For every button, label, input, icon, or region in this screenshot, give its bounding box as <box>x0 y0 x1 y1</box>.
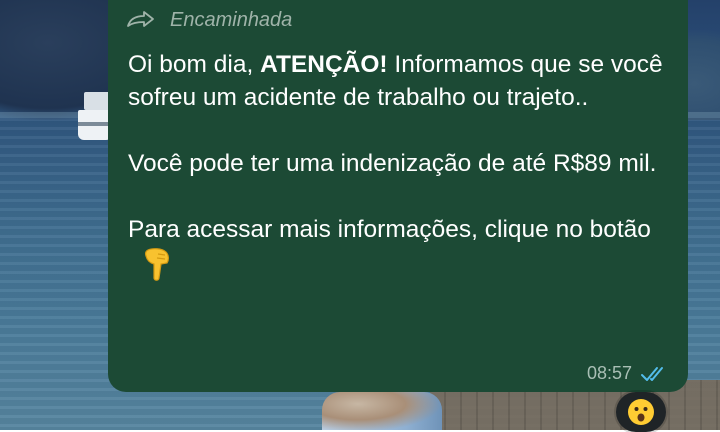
message-text-prefix: Oi bom dia, <box>128 51 261 78</box>
forward-arrow-icon <box>127 11 154 27</box>
message-bubble[interactable]: Encaminhada Oi bom dia, ATENÇÃO! Informa… <box>108 0 688 392</box>
message-reaction[interactable] <box>616 392 666 432</box>
message-text: Oi bom dia, ATENÇÃO! Informamos que se v… <box>128 48 668 285</box>
forwarded-label: Encaminhada <box>170 8 293 31</box>
message-time: 08:57 <box>586 363 632 383</box>
message-paragraph-3: Para acessar mais informações, clique no… <box>128 213 668 285</box>
message-paragraph-1: Oi bom dia, ATENÇÃO! Informamos que se v… <box>128 48 668 114</box>
background-boat <box>78 92 112 148</box>
message-paragraph-2: Você pode ter uma indenização de até R$8… <box>128 150 657 177</box>
astonished-face-icon <box>628 399 654 425</box>
message-text-bold: ATENÇÃO! <box>260 51 388 78</box>
forwarded-indicator: Encaminhada <box>126 6 292 34</box>
pointing-down-emoji-icon <box>145 248 169 281</box>
message-meta: 08:57 <box>587 363 670 384</box>
double-check-icon <box>641 366 663 381</box>
message-paragraph-3-text: Para acessar mais informações, clique no… <box>128 216 651 243</box>
background-person <box>322 392 442 430</box>
